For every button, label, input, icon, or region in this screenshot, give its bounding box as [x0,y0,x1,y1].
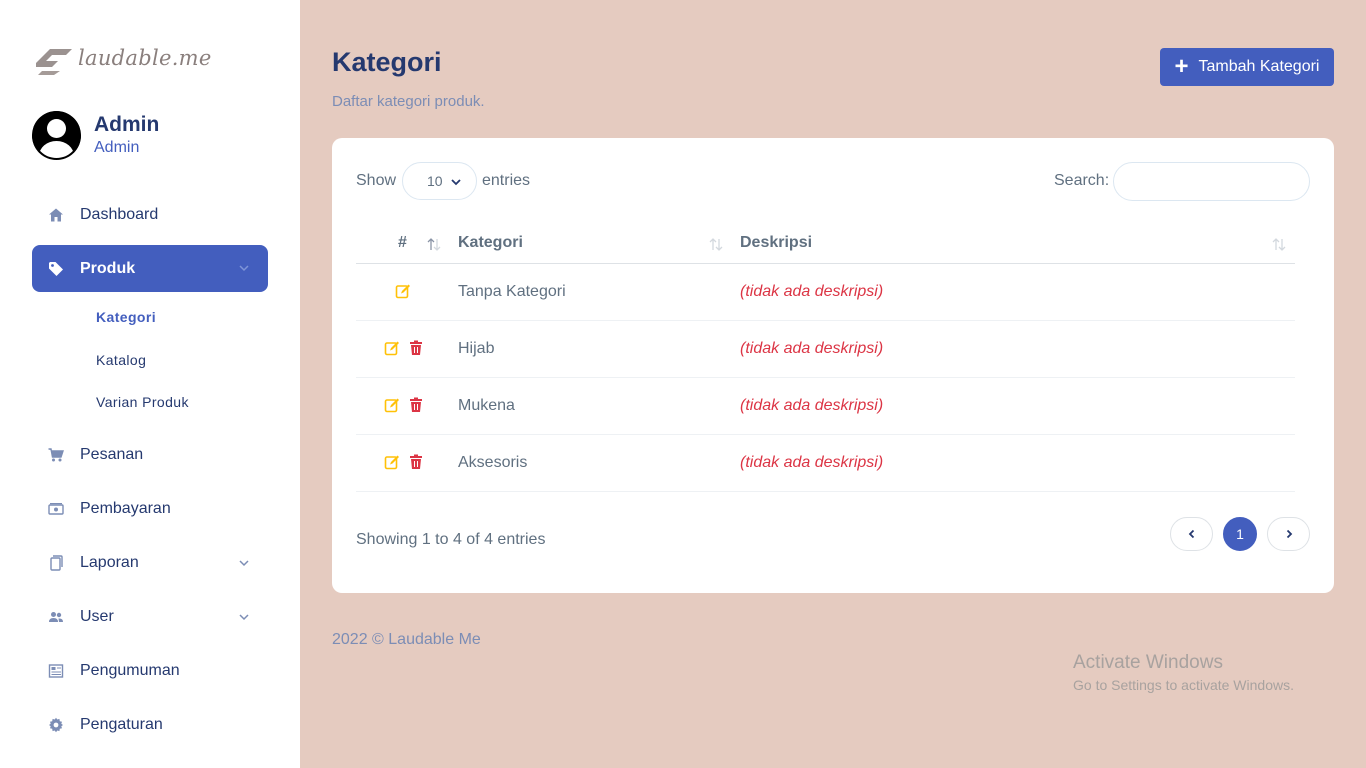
sidebar-item-label: Pengaturan [80,716,163,733]
newspaper-icon [48,663,64,679]
edit-icon[interactable] [384,340,400,356]
chevron-left-icon [1188,529,1194,539]
chevron-down-icon [239,265,249,272]
table-row: Mukena (tidak ada deskripsi) [356,378,1295,435]
sidebar-item-label: Pesanan [80,446,144,463]
row-actions [384,454,432,470]
tag-icon [48,261,64,277]
page-title: Kategori [332,47,442,77]
category-description: (tidak ada deskripsi) [740,397,884,414]
chevron-down-icon [239,559,249,566]
sidebar-item-label: Dashboard [80,205,159,223]
profile-role: Admin [94,138,140,156]
page-subtitle: Daftar kategori produk. [332,93,485,110]
category-name: Mukena [458,397,515,414]
cart-icon [48,447,64,463]
sidebar-item-pesanan[interactable]: Pesanan [32,432,268,479]
pagination-page-button[interactable]: 1 [1223,517,1257,551]
logo-text: laudable.me [78,46,212,70]
produk-submenu: Kategori Katalog Varian Produk [32,296,268,424]
sidebar-item-pengaturan[interactable]: Pengaturan [32,702,268,749]
add-category-button[interactable]: + Tambah Kategori [1160,48,1334,86]
sidebar-menu: Dashboard Produk Kategori Katalog Varian… [32,191,268,756]
table-row: Hijab (tidak ada deskripsi) [356,321,1295,378]
trash-icon[interactable] [408,340,424,356]
category-table-card: Show 10 entries Search: # Kategori Deskr… [332,138,1334,593]
profile-name: Admin [94,112,160,136]
row-actions [384,397,432,413]
column-header-number[interactable]: # [398,234,407,252]
category-table: # Kategori Deskripsi Tanpa Kategori (tid… [356,224,1295,492]
show-label: Show [356,172,397,189]
category-description: (tidak ada deskripsi) [740,454,884,471]
trash-icon[interactable] [408,454,424,470]
sidebar-item-laporan[interactable]: Laporan [32,540,268,587]
trash-icon[interactable] [408,397,424,413]
edit-icon[interactable] [384,397,400,413]
category-description: (tidak ada deskripsi) [740,283,884,300]
avatar[interactable] [32,111,81,160]
sidebar-item-pengumuman[interactable]: Pengumuman [32,648,268,695]
brand-logo[interactable]: laudable.me [32,40,212,76]
submenu-item-kategori[interactable]: Kategori [32,296,268,339]
category-name: Hijab [458,340,495,357]
sidebar-item-label: Pengumuman [80,662,180,679]
row-actions [384,340,432,356]
entries-value: 10 [427,173,443,189]
edit-icon[interactable] [384,454,400,470]
column-header-kategori[interactable]: Kategori [458,234,523,252]
entries-label: entries [482,172,531,189]
chevron-down-icon [239,613,249,620]
footer-copyright: 2022 © Laudable Me [332,631,481,648]
document-icon [48,555,64,571]
category-name: Tanpa Kategori [458,283,566,300]
plus-icon: + [1174,53,1189,80]
submenu-item-katalog[interactable]: Katalog [32,339,268,382]
user-profile: Admin Admin [32,111,159,160]
category-name: Aksesoris [458,454,528,471]
column-header-deskripsi[interactable]: Deskripsi [740,234,812,252]
chevron-right-icon [1286,529,1292,539]
pagination: 1 [1170,517,1320,551]
people-icon [48,609,64,625]
sort-icon[interactable] [708,236,724,252]
entries-per-page-select[interactable]: 10 [402,162,477,200]
cash-icon [48,501,64,517]
pagination-next-button[interactable] [1267,517,1310,551]
row-actions [395,283,419,299]
pagination-prev-button[interactable] [1170,517,1213,551]
edit-icon[interactable] [395,283,411,299]
sidebar-item-produk[interactable]: Produk [32,245,268,292]
submenu-item-varian-produk[interactable]: Varian Produk [32,381,268,424]
watermark-subtitle: Go to Settings to activate Windows. [1073,677,1294,693]
sort-icon[interactable] [1271,236,1287,252]
table-info: Showing 1 to 4 of 4 entries [356,531,546,548]
home-icon [48,207,64,223]
add-category-label: Tambah Kategori [1198,58,1320,75]
sort-asc-icon[interactable] [426,236,442,252]
sidebar-item-user[interactable]: User [32,594,268,641]
search-label: Search: [1054,172,1110,189]
sidebar-item-label: User [80,608,114,625]
gear-icon [48,717,64,733]
table-header: # Kategori Deskripsi [356,224,1295,264]
category-description: (tidak ada deskripsi) [740,340,884,357]
windows-activation-watermark: Activate Windows Go to Settings to activ… [1073,652,1294,693]
table-row: Tanpa Kategori (tidak ada deskripsi) [356,264,1295,321]
sidebar-item-pembayaran[interactable]: Pembayaran [32,486,268,533]
sidebar-item-label: Pembayaran [80,500,171,517]
search-input[interactable] [1113,162,1310,201]
sidebar-item-dashboard[interactable]: Dashboard [32,191,268,238]
sidebar-item-label: Produk [80,259,136,277]
chevron-down-icon [451,179,461,186]
sidebar-item-label: Laporan [80,554,139,571]
logo-mark-icon [36,49,72,75]
table-row: Aksesoris (tidak ada deskripsi) [356,435,1295,492]
watermark-title: Activate Windows [1073,652,1223,673]
sidebar: laudable.me Admin Admin Dashboard Produk… [0,0,300,768]
